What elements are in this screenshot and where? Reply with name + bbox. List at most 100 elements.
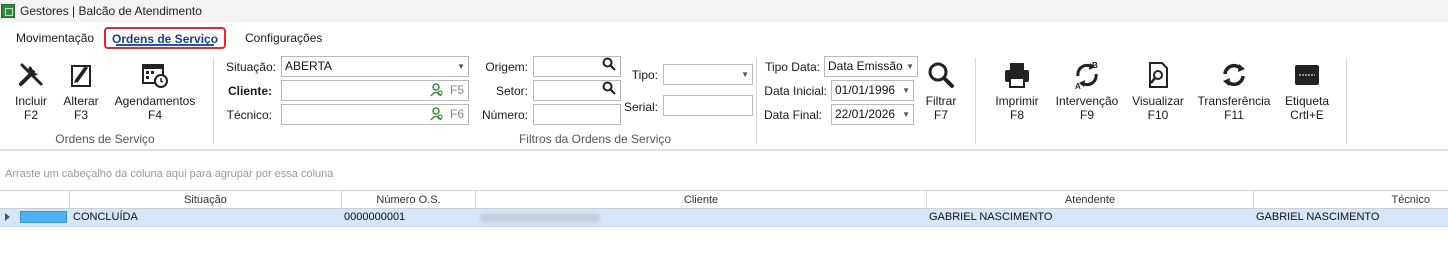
group-by-hint: Arraste um cabeçalho da coluna aqui para…: [5, 168, 334, 180]
etiqueta-button[interactable]: Etiqueta Crtl+E: [1280, 60, 1334, 122]
cell-atendente[interactable]: GABRIEL NASCIMENTO: [929, 209, 1052, 226]
person-search-icon[interactable]: [430, 107, 444, 124]
cliente-field[interactable]: F5: [281, 80, 469, 101]
svg-text:B: B: [1092, 61, 1098, 70]
group-separator: [1346, 58, 1347, 144]
alterar-button[interactable]: Alterar F3: [58, 60, 104, 122]
tipo-data-label: Tipo Data:: [765, 60, 820, 74]
table-row[interactable]: CONCLUÍDA 0000000001 GABRIEL NASCIMENTO …: [0, 209, 1448, 227]
visualizar-label: Visualizar: [1132, 94, 1184, 108]
tab-ordens-de-servico[interactable]: Ordens de Serviço: [104, 27, 227, 49]
etiqueta-key: Crtl+E: [1290, 108, 1324, 122]
situacao-label: Situação:: [225, 60, 276, 74]
printer-icon: [1002, 60, 1032, 90]
refresh-ab-icon: BA: [1072, 60, 1102, 91]
data-inicial-field[interactable]: 01/01/1996 ▼: [831, 80, 914, 101]
tecnico-key: F6: [449, 107, 464, 121]
data-inicial-value: 01/01/1996: [835, 83, 896, 97]
intervencao-key: F9: [1079, 108, 1094, 122]
chevron-down-icon[interactable]: ▼: [902, 105, 910, 124]
imprimir-button[interactable]: Imprimir F8: [990, 60, 1044, 122]
person-search-icon[interactable]: [430, 83, 444, 100]
visualizar-button[interactable]: Visualizar F10: [1130, 60, 1186, 122]
tab-configuracoes[interactable]: Configurações: [239, 28, 328, 50]
incluir-button[interactable]: Incluir F2: [8, 60, 54, 122]
filtrar-key: F7: [933, 108, 948, 122]
svg-text:A: A: [1075, 82, 1081, 90]
tools-icon: [16, 60, 46, 90]
column-header-cliente[interactable]: Cliente: [476, 191, 927, 209]
imprimir-label: Imprimir: [995, 94, 1039, 108]
window-title: Gestores | Balcão de Atendimento: [20, 4, 202, 18]
chevron-down-icon[interactable]: ▼: [906, 57, 914, 76]
intervencao-button[interactable]: BA Intervenção F9: [1052, 60, 1122, 122]
numero-label: Número:: [481, 108, 528, 122]
tipo-select[interactable]: ▼: [663, 64, 753, 85]
setor-label: Setor:: [495, 84, 528, 98]
search-icon[interactable]: [602, 57, 616, 76]
column-header-situacao[interactable]: Situação: [70, 191, 342, 209]
visualizar-key: F10: [1147, 108, 1169, 122]
tab-movimentacao[interactable]: Movimentação: [10, 28, 100, 50]
filtrar-label: Filtrar: [925, 94, 957, 108]
transferencia-button[interactable]: Transferência F11: [1196, 60, 1272, 122]
data-final-field[interactable]: 22/01/2026 ▼: [831, 104, 914, 125]
group-separator: [975, 58, 976, 144]
situacao-select[interactable]: ABERTA ▼: [281, 56, 469, 77]
status-color-swatch: [20, 211, 67, 223]
etiqueta-label: Etiqueta: [1284, 94, 1330, 108]
agendamentos-button[interactable]: Agendamentos F4: [110, 60, 200, 122]
group-by-panel[interactable]: Arraste um cabeçalho da coluna aqui para…: [0, 150, 1448, 190]
setor-field[interactable]: [533, 80, 621, 101]
numero-field[interactable]: [533, 104, 621, 125]
transferencia-label: Transferência: [1197, 94, 1271, 108]
ribbon-tabs: Movimentação Ordens de Serviço Configura…: [0, 22, 1448, 52]
cell-numero-os[interactable]: 0000000001: [344, 209, 405, 226]
cell-tecnico[interactable]: GABRIEL NASCIMENTO: [1256, 209, 1379, 226]
chevron-down-icon[interactable]: ▼: [902, 81, 910, 100]
cell-situacao[interactable]: CONCLUÍDA: [73, 209, 138, 226]
filtrar-button[interactable]: Filtrar F7: [918, 60, 964, 122]
sync-arrows-icon: [1219, 60, 1249, 90]
tipo-data-select[interactable]: Data Emissão ▼: [824, 56, 918, 77]
tecnico-label: Técnico:: [226, 108, 272, 122]
group-separator: [213, 58, 214, 144]
grid-header: Situação Número O.S. Cliente Atendente T…: [0, 190, 1448, 209]
agendamentos-label: Agendamentos: [114, 94, 196, 108]
calendar-clock-icon: [140, 60, 170, 90]
column-header-atendente[interactable]: Atendente: [927, 191, 1254, 209]
origem-field[interactable]: [533, 56, 621, 77]
intervencao-label: Intervenção: [1055, 94, 1119, 108]
group-caption-filtros: Filtros da Ordens de Serviço: [518, 132, 672, 146]
title-bar: Gestores | Balcão de Atendimento: [0, 0, 1448, 22]
imprimir-key: F8: [1009, 108, 1024, 122]
tipo-label: Tipo:: [631, 68, 658, 82]
alterar-key: F3: [73, 108, 88, 122]
situacao-value: ABERTA: [285, 59, 332, 73]
search-icon[interactable]: [602, 81, 616, 100]
chevron-down-icon[interactable]: ▼: [741, 65, 749, 84]
group-separator: [756, 58, 757, 144]
serial-field[interactable]: [663, 95, 753, 116]
chevron-down-icon[interactable]: ▼: [457, 57, 465, 76]
incluir-key: F2: [23, 108, 38, 122]
magnifier-icon: [926, 60, 956, 90]
row-pointer-icon: [5, 213, 10, 221]
orders-grid: Situação Número O.S. Cliente Atendente T…: [0, 190, 1448, 279]
cell-cliente-redacted[interactable]: [480, 214, 600, 222]
column-header-numero-os[interactable]: Número O.S.: [342, 191, 476, 209]
ribbon-panel: Incluir F2 Alterar F3 Agendamentos F4 Or…: [0, 52, 1448, 150]
app-logo-icon: [1, 4, 15, 18]
group-caption-ordens: Ordens de Serviço: [55, 132, 155, 146]
origem-label: Origem:: [485, 60, 528, 74]
data-inicial-label: Data Inicial:: [764, 84, 827, 98]
tecnico-field[interactable]: F6: [281, 104, 469, 125]
column-header-tecnico[interactable]: Técnico: [1254, 191, 1448, 209]
agendamentos-key: F4: [147, 108, 162, 122]
header-indicator: [0, 191, 70, 209]
preview-document-icon: [1143, 60, 1173, 90]
serial-label: Serial:: [624, 100, 659, 114]
edit-pencil-icon: [66, 60, 96, 90]
transferencia-key: F11: [1224, 108, 1244, 122]
tipo-data-value: Data Emissão: [828, 59, 903, 73]
